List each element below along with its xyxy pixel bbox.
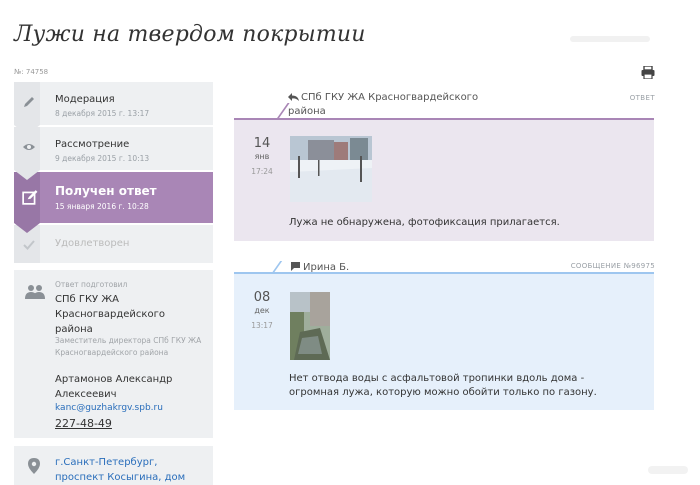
status-step-answered: Получен ответ 15 января 2016 г. 10:28 — [14, 172, 213, 233]
map-pin-icon — [28, 458, 40, 474]
reply-author-name[interactable]: СПб ГКУ ЖА Красногвардейского района — [288, 92, 478, 117]
responder-phone[interactable]: 227-48-49 — [55, 417, 112, 430]
people-icon — [25, 285, 45, 299]
reply-message: 14 янв 17:24 Лужа не обнаружена, фотофик… — [234, 120, 654, 241]
top-faint-bar — [570, 36, 650, 42]
message-day: 08 — [253, 290, 271, 305]
status-panel: Модерация 8 декабря 2015 г. 13:17 Рассмо… — [14, 82, 213, 265]
status-step-label: Получен ответ — [55, 184, 157, 198]
reply-author: СПб ГКУ ЖА Красногвардейского района — [288, 91, 498, 119]
comment-icon — [291, 262, 300, 271]
print-icon[interactable] — [641, 66, 655, 79]
message-number: СООБЩЕНИЕ №96975 — [570, 262, 655, 270]
item-id: №: 74758 — [14, 68, 49, 76]
pencil-icon — [24, 97, 34, 107]
reply-arrow-icon — [288, 93, 299, 101]
status-step-date: 9 декабря 2015 г. 10:13 — [55, 154, 150, 163]
responder-organization: СПб ГКУ ЖА Красногвардейского района — [55, 294, 165, 335]
message-time: 17:24 — [251, 167, 273, 176]
message-text: Лужа не обнаружена, фотофиксация прилага… — [289, 217, 560, 228]
address-card: г.Санкт-Петербург, проспект Косыгина, до… — [14, 446, 213, 485]
status-step-date: 8 декабря 2015 г. 13:17 — [55, 109, 150, 118]
page-title: Лужи на твердом покрытии — [14, 22, 366, 47]
status-step-date: 15 января 2016 г. 10:28 — [55, 202, 149, 211]
eye-icon — [23, 144, 35, 150]
user-message: 08 дек 13:17 Нет отвода воды с асфальтов… — [234, 274, 654, 410]
responder-name: Артамонов Александр Алексеевич — [55, 374, 173, 400]
status-step-review: Рассмотрение 9 декабря 2015 г. 10:13 — [14, 127, 213, 180]
message-time: 13:17 — [251, 321, 273, 330]
user-photo-thumbnail[interactable] — [290, 292, 330, 360]
status-step-label: Модерация — [55, 94, 115, 105]
reply-type-label: ОТВЕТ — [629, 94, 655, 102]
address-link[interactable]: г.Санкт-Петербург, проспект Косыгина, до… — [55, 455, 205, 485]
responder-position: Заместитель директора СПб ГКУ ЖА Красног… — [55, 336, 202, 357]
prepared-by-label: Ответ подготовил — [55, 280, 128, 289]
edit-square-icon — [22, 190, 38, 205]
status-step-satisfied: Удовлетворен — [14, 225, 213, 265]
check-icon — [23, 240, 35, 250]
status-step-moderation: Модерация 8 декабря 2015 г. 13:17 — [14, 82, 213, 135]
message-text: Нет отвода воды с асфальтовой тропинки в… — [289, 373, 597, 398]
message-month: янв — [254, 152, 270, 161]
reply-photo-thumbnail[interactable] — [290, 136, 372, 202]
message-month: дек — [254, 306, 270, 315]
status-step-label: Удовлетворен — [55, 238, 130, 249]
responder-card: Ответ подготовил СПб ГКУ ЖА Красногварде… — [14, 270, 213, 438]
responder-email-link[interactable]: kanc@guzhakrgv.spb.ru — [55, 403, 163, 413]
message-day: 14 — [253, 136, 271, 151]
status-step-label: Рассмотрение — [55, 139, 130, 150]
